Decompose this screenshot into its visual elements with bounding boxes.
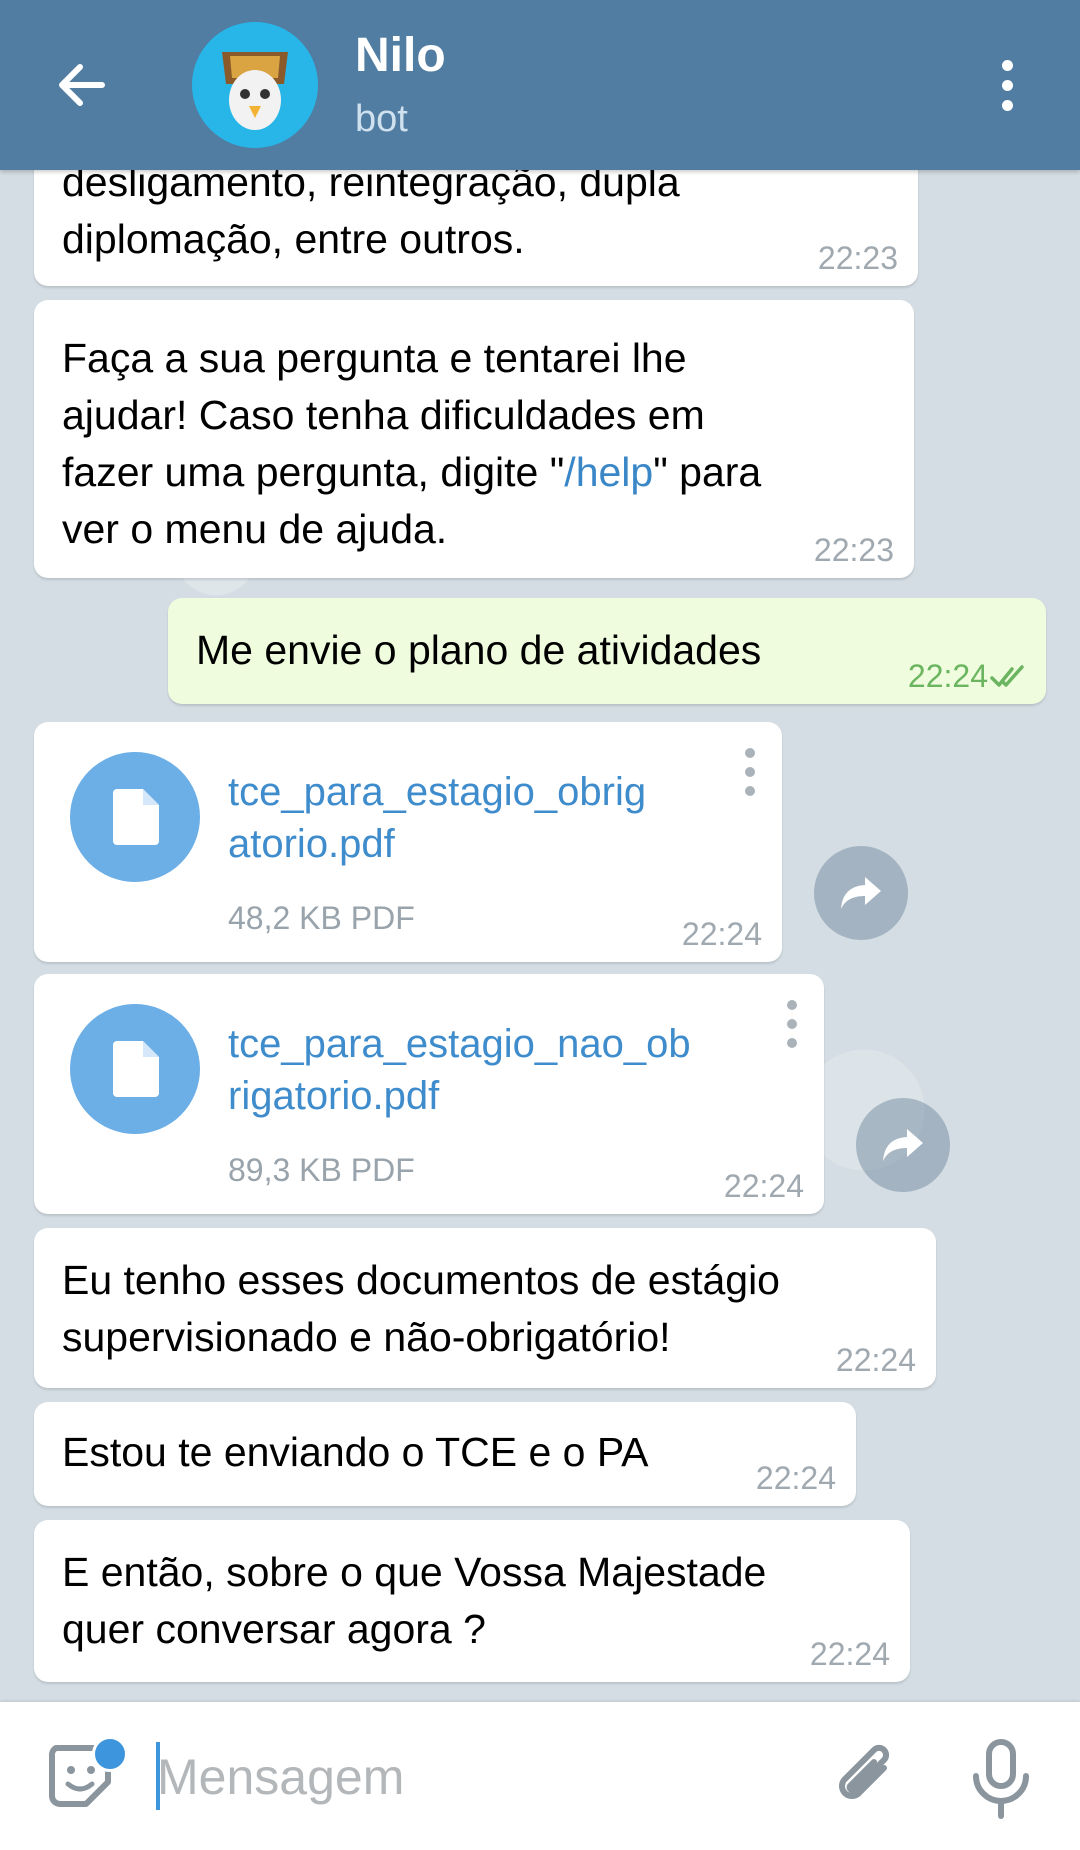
message-time: 22:24 xyxy=(755,1460,836,1496)
more-options-button[interactable] xyxy=(992,60,1022,114)
message-bubble[interactable]: Eu tenho esses documentos de estágio sup… xyxy=(34,1228,936,1388)
message-text: E então, sobre o que Vossa Majestade que… xyxy=(62,1549,767,1652)
back-arrow-icon xyxy=(59,64,105,106)
notification-dot xyxy=(92,1736,128,1772)
bot-avatar-icon xyxy=(192,22,318,148)
file-message-bubble[interactable]: tce_para_estagio_nao_ob rigatorio.pdf 89… xyxy=(34,974,824,1214)
file-download-button[interactable] xyxy=(70,1004,200,1134)
paperclip-icon xyxy=(839,1744,890,1799)
message-text: Me envie o plano de atividades xyxy=(196,627,762,673)
document-icon xyxy=(113,789,159,845)
file-size: 89,3 KB PDF xyxy=(228,1152,415,1188)
message-text: Eu tenho esses documentos de estágio sup… xyxy=(62,1257,780,1360)
message-time: 22:23 xyxy=(813,532,894,568)
message-time: 22:23 xyxy=(817,240,898,276)
file-name[interactable]: tce_para_estagio_nao_ob rigatorio.pdf xyxy=(228,1018,691,1122)
chat-subtitle: bot xyxy=(355,98,408,140)
avatar[interactable] xyxy=(192,22,318,148)
back-button[interactable] xyxy=(52,55,112,115)
share-button[interactable] xyxy=(856,1098,950,1192)
file-name[interactable]: tce_para_estagio_obrig atorio.pdf xyxy=(228,766,646,870)
share-icon xyxy=(883,1129,923,1161)
message-bubble[interactable]: Estou te enviando o TCE e o PA 22:24 xyxy=(34,1402,856,1506)
message-input-bar xyxy=(0,1702,1080,1850)
message-text: Faça a sua pergunta e tentarei lhe ajuda… xyxy=(62,335,762,552)
file-size: 48,2 KB PDF xyxy=(228,900,415,936)
microphone-button[interactable] xyxy=(968,1738,1034,1820)
help-command-link[interactable]: /help xyxy=(564,449,653,495)
more-vert-icon xyxy=(782,1000,802,1048)
message-text: desligamento, reintegração, dupla diplom… xyxy=(62,159,680,262)
file-message-bubble[interactable]: tce_para_estagio_obrig atorio.pdf 48,2 K… xyxy=(34,722,782,962)
text-cursor xyxy=(156,1742,160,1810)
chat-title[interactable]: Nilo xyxy=(355,28,446,83)
more-vert-icon xyxy=(992,60,1022,111)
outgoing-message-bubble[interactable]: Me envie o plano de atividades 22:24 xyxy=(168,598,1046,704)
more-vert-icon xyxy=(740,748,760,796)
share-button[interactable] xyxy=(814,846,908,940)
message-time: 22:24 xyxy=(681,916,762,952)
file-options-button[interactable] xyxy=(740,748,760,804)
message-time: 22:24 xyxy=(835,1342,916,1378)
double-check-icon xyxy=(990,665,1024,687)
message-time: 22:24 xyxy=(809,1636,890,1672)
message-bubble[interactable]: E então, sobre o que Vossa Majestade que… xyxy=(34,1520,910,1682)
file-download-button[interactable] xyxy=(70,752,200,882)
message-time: 22:24 xyxy=(907,658,988,694)
message-input[interactable] xyxy=(155,1738,779,1816)
message-text: Estou te enviando o TCE e o PA xyxy=(62,1429,649,1475)
message-time: 22:24 xyxy=(723,1168,804,1204)
document-icon xyxy=(113,1041,159,1097)
attach-button[interactable] xyxy=(826,1738,906,1818)
share-icon xyxy=(841,877,881,909)
microphone-icon xyxy=(973,1739,1029,1819)
message-bubble[interactable]: Faça a sua pergunta e tentarei lhe ajuda… xyxy=(34,300,914,578)
file-options-button[interactable] xyxy=(782,1000,802,1056)
chat-header: Nilo bot xyxy=(0,0,1080,170)
